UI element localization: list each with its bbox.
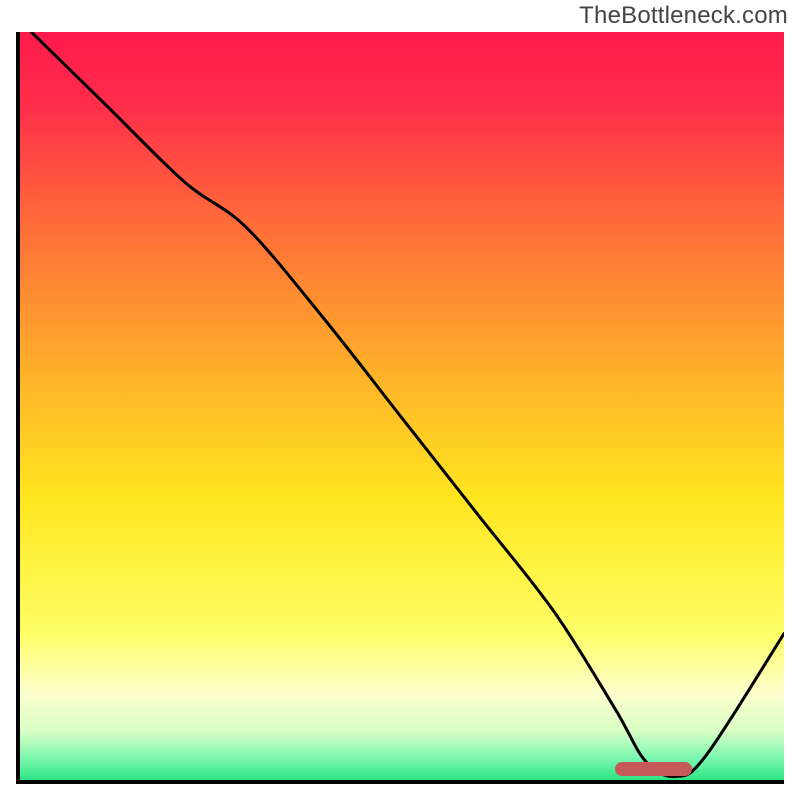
optimal-marker (615, 762, 692, 776)
chart-stage: TheBottleneck.com (0, 0, 800, 800)
watermark-text: TheBottleneck.com (579, 2, 788, 30)
plot-frame (16, 32, 784, 784)
plot-background (16, 32, 784, 784)
